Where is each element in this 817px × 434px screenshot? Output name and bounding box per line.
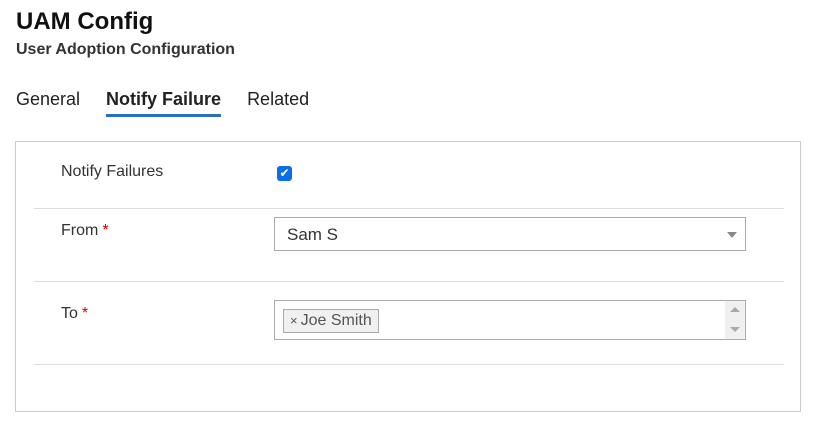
notify-failures-checkbox[interactable]: ✔	[277, 166, 292, 181]
notify-failures-label: Notify Failures	[61, 163, 164, 180]
scroll-down-icon[interactable]	[730, 327, 740, 332]
to-multiselect[interactable]: × Joe Smith	[274, 300, 746, 340]
recipient-chip: × Joe Smith	[283, 309, 379, 333]
required-marker: *	[102, 222, 109, 239]
divider	[34, 364, 784, 365]
notify-failure-panel: Notify Failures ✔ From * Sam S To * × Joe S…	[15, 141, 801, 412]
check-icon: ✔	[279, 166, 290, 180]
from-label-text: From	[61, 222, 99, 239]
from-select[interactable]: Sam S	[274, 217, 746, 251]
tab-bar: General Notify Failure Related	[16, 89, 309, 117]
divider	[34, 281, 784, 282]
divider	[34, 208, 784, 209]
scrollbar[interactable]	[725, 301, 745, 339]
chevron-down-icon	[727, 232, 737, 238]
required-marker: *	[81, 305, 89, 322]
from-label: From *	[61, 222, 109, 240]
tab-related[interactable]: Related	[247, 89, 309, 117]
from-value: Sam S	[287, 225, 339, 244]
tab-general[interactable]: General	[16, 89, 80, 117]
to-label-text: To	[61, 305, 78, 322]
tab-notify-failure[interactable]: Notify Failure	[106, 89, 222, 117]
to-label: To *	[61, 305, 88, 323]
chip-label: Joe Smith	[300, 312, 372, 329]
page-title: UAM Config	[16, 8, 154, 35]
scroll-up-icon[interactable]	[730, 307, 740, 312]
page-subtitle: User Adoption Configuration	[16, 41, 235, 58]
remove-chip-icon[interactable]: ×	[290, 313, 298, 328]
